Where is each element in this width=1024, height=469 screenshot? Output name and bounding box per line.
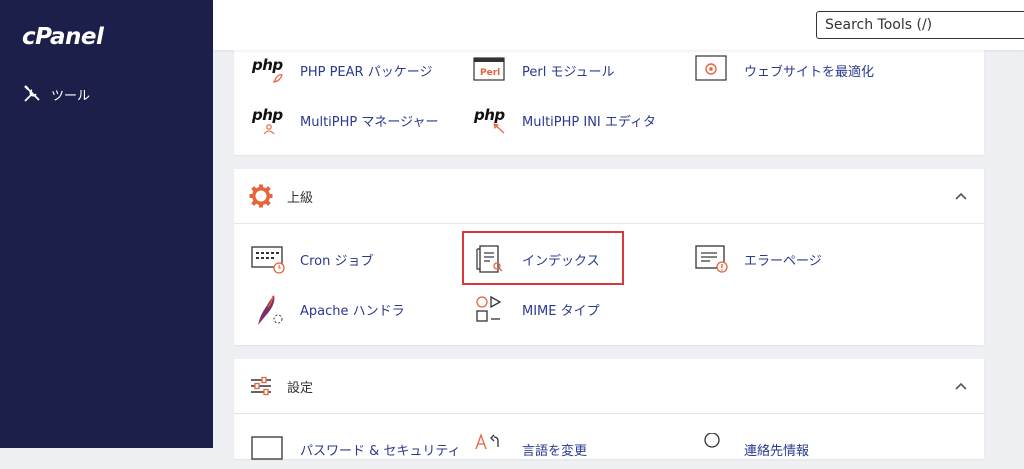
- tool-contact-info[interactable]: 連絡先情報: [694, 432, 809, 465]
- top-header: [213, 0, 1024, 50]
- highlight-box: [462, 231, 624, 285]
- tool-error-pages[interactable]: エラーページ: [694, 243, 822, 275]
- preferences-panel-title: 設定: [287, 380, 314, 396]
- password-icon: [250, 433, 286, 465]
- advanced-panel: 上級 Cron ジョブ インデックス エラーページ Apache ハンドラ MI…: [234, 169, 984, 345]
- mime-icon: [472, 293, 508, 325]
- search-input[interactable]: [816, 11, 1024, 39]
- contact-icon: [694, 432, 730, 465]
- perl-icon: Perl: [472, 54, 508, 86]
- php-pear-icon: php: [250, 54, 286, 86]
- optimize-icon: [694, 54, 730, 86]
- cpanel-logo[interactable]: cPanel: [22, 24, 104, 50]
- tool-perl[interactable]: Perl Perl モジュール: [472, 54, 615, 86]
- chevron-up-icon[interactable]: [954, 189, 968, 203]
- chevron-up-icon[interactable]: [954, 379, 968, 393]
- advanced-panel-title: 上級: [287, 190, 314, 206]
- preferences-panel-header[interactable]: 設定: [234, 359, 984, 414]
- sidebar: cPanel ツール: [0, 0, 213, 448]
- gear-icon: [249, 184, 273, 208]
- preferences-panel: 設定 パスワード & セキュリティ 言語を変更 連絡先情報: [234, 359, 984, 460]
- tool-php-pear[interactable]: php PHP PEAR パッケージ: [250, 54, 432, 86]
- advanced-panel-header[interactable]: 上級: [234, 169, 984, 224]
- software-panel: php PHP PEAR パッケージ Perl Perl モジュール ウェブサイ…: [234, 40, 984, 155]
- cron-icon: [250, 243, 286, 275]
- tool-multiphp-ini[interactable]: php MultiPHP INI エディタ: [472, 104, 656, 136]
- sidebar-item-tools[interactable]: ツール: [22, 82, 90, 106]
- error-page-icon: [694, 243, 730, 275]
- tool-apache-handlers[interactable]: Apache ハンドラ: [250, 293, 405, 325]
- tools-icon: [24, 85, 40, 102]
- language-icon: [472, 433, 508, 465]
- tool-mime-types[interactable]: MIME タイプ: [472, 293, 600, 325]
- php-manager-icon: php: [250, 104, 286, 136]
- tool-multiphp-manager[interactable]: php MultiPHP マネージャー: [250, 104, 438, 136]
- sliders-icon: [251, 376, 271, 396]
- sidebar-item-label: ツール: [51, 88, 91, 104]
- tool-password-security[interactable]: パスワード & セキュリティ: [250, 433, 461, 465]
- php-ini-icon: php: [472, 104, 508, 136]
- tool-cron-jobs[interactable]: Cron ジョブ: [250, 243, 373, 275]
- apache-icon: [250, 293, 286, 325]
- tool-change-language[interactable]: 言語を変更: [472, 433, 587, 465]
- svg-text:Perl: Perl: [480, 68, 500, 78]
- tool-optimize[interactable]: ウェブサイトを最適化: [694, 54, 874, 86]
